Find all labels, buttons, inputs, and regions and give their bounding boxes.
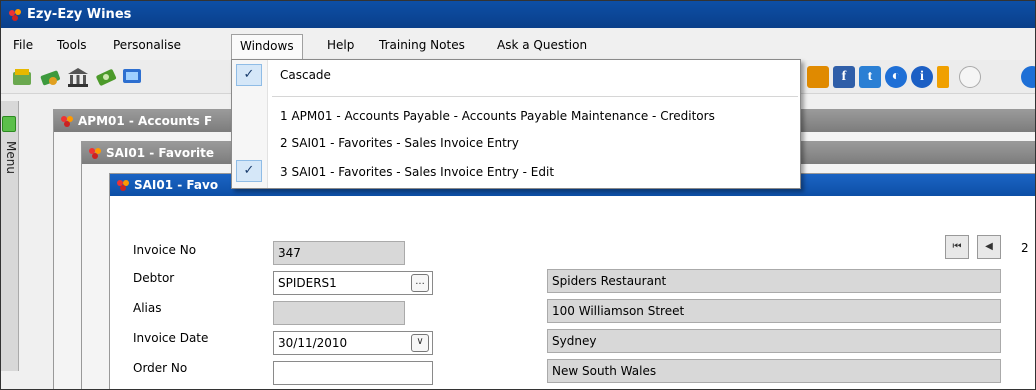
help-icon[interactable] <box>1021 66 1035 88</box>
invoice-no-label: Invoice No <box>133 243 197 257</box>
facebook-icon[interactable]: f <box>833 66 855 88</box>
app-window: Ezy-Ezy Wines File Tools Personalise Win… <box>0 0 1036 390</box>
order-no-field[interactable] <box>273 361 433 385</box>
invoice-date-field[interactable]: 30/11/2010 <box>273 331 433 355</box>
window-logo-icon <box>61 116 73 127</box>
menu-item-window-1[interactable]: 1 APM01 - Accounts Payable - Accounts Pa… <box>280 109 715 123</box>
menu-personalise[interactable]: Personalise <box>113 35 181 55</box>
screen-icon[interactable] <box>121 66 143 88</box>
alias-label: Alias <box>133 301 162 315</box>
menu-windows[interactable]: Windows <box>231 34 303 60</box>
debtor-address-line1-field: 100 Williamson Street <box>547 299 1001 323</box>
debtor-city-field: Sydney <box>547 329 1001 353</box>
accounts-icon[interactable] <box>11 66 33 88</box>
debtor-label: Debtor <box>133 271 175 285</box>
debtor-state-field: New South Wales <box>547 359 1001 383</box>
menu-separator <box>272 96 798 97</box>
menu-training-notes[interactable]: Training Notes <box>379 35 465 55</box>
payments-icon[interactable] <box>39 66 61 88</box>
invoice-date-dropdown-button[interactable]: ∨ <box>411 334 429 352</box>
invoice-no-field: 347 <box>273 241 405 265</box>
window-logo-icon <box>89 148 101 159</box>
window-sai01-edit-title-text: SAI01 - Favo <box>134 178 219 192</box>
window-apm01-title-text: APM01 - Accounts F <box>78 114 213 128</box>
debtor-field[interactable]: SPIDERS1 <box>273 271 433 295</box>
menu-help[interactable]: Help <box>327 35 354 55</box>
first-record-button[interactable]: ⏮ <box>945 235 969 259</box>
order-no-label: Order No <box>133 361 188 375</box>
app-title: Ezy-Ezy Wines <box>27 7 132 22</box>
menu-bar: File Tools Personalise Windows Help Trai… <box>1 28 1035 60</box>
refresh-icon[interactable] <box>959 66 981 88</box>
alias-field <box>273 301 405 325</box>
cash-icon[interactable] <box>95 66 117 88</box>
menu-ask-a-question[interactable]: Ask a Question <box>497 35 587 55</box>
windows-menu-dropdown: ✓ Cascade 1 APM01 - Accounts Payable - A… <box>231 59 801 189</box>
cascade-check-icon: ✓ <box>236 64 262 86</box>
window-sai01-favorites-title-text: SAI01 - Favorite <box>106 146 214 160</box>
window-3-check-icon: ✓ <box>236 160 262 182</box>
web-icon[interactable] <box>807 66 829 88</box>
menu-item-cascade[interactable]: Cascade <box>280 68 331 82</box>
menu-item-window-2[interactable]: 2 SAI01 - Favorites - Sales Invoice Entr… <box>280 136 519 150</box>
window-logo-icon <box>117 180 129 191</box>
app-logo-icon <box>9 9 21 21</box>
bank-icon[interactable] <box>67 66 89 88</box>
menu-item-window-3[interactable]: 3 SAI01 - Favorites - Sales Invoice Entr… <box>280 165 554 179</box>
info-icon[interactable]: i <box>911 66 933 88</box>
previous-record-button[interactable]: ◀ <box>977 235 1001 259</box>
menu-file[interactable]: File <box>13 35 33 55</box>
title-bar: Ezy-Ezy Wines <box>1 1 1035 28</box>
debtor-lookup-button[interactable]: ... <box>411 274 429 292</box>
debtor-name-field: Spiders Restaurant <box>547 269 1001 293</box>
menu-tools[interactable]: Tools <box>57 35 87 55</box>
side-menu-tab[interactable]: Menu <box>1 101 19 371</box>
side-menu-label: Menu <box>4 141 18 174</box>
globe-icon[interactable]: ◐ <box>885 66 907 88</box>
menu-tag-icon <box>2 116 16 132</box>
invoice-date-label: Invoice Date <box>133 331 209 345</box>
record-position: 2 <box>1021 241 1029 255</box>
twitter-icon[interactable]: t <box>859 66 881 88</box>
bookmark-icon[interactable] <box>937 66 949 88</box>
